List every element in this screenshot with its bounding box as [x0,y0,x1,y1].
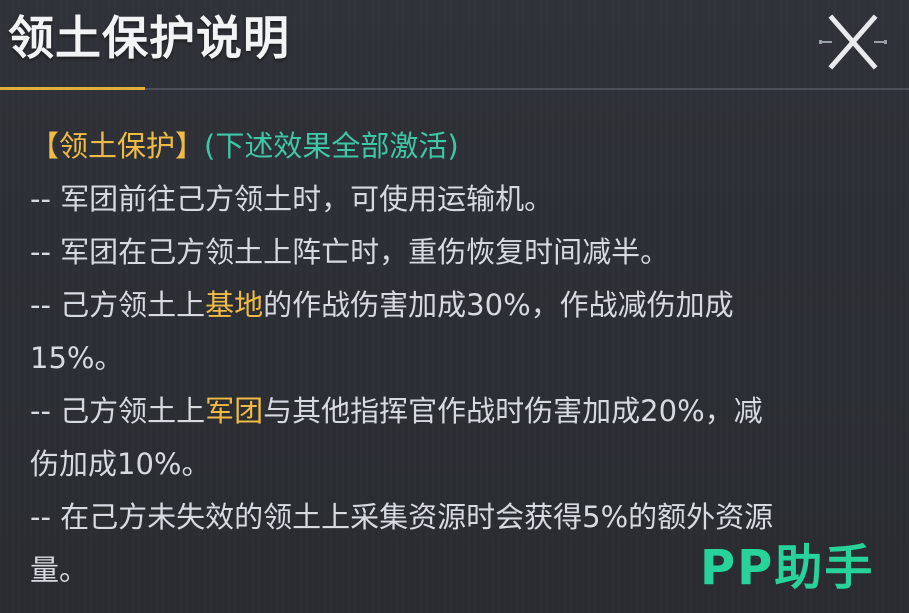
effect-line-5: -- 在己方未失效的领土上采集资源时会获得5%的额外资源 [30,500,774,534]
territory-protection-dialog: 领土保护说明 【领土保护】(下述效果全部激活) -- 军团前往己方领土时，可使用… [0,0,909,613]
section-heading-tag: 【领土保护】 [30,129,205,163]
dialog-title: 领土保护说明 [8,11,290,65]
section-heading-note: (下述效果全部激活) [204,129,459,163]
effect-line-4-highlight: 军团 [205,394,264,428]
section-heading: 【领土保护】(下述效果全部激活) [30,120,880,173]
effect-line-2: -- 军团在己方领土上阵亡时，重伤恢复时间减半。 [30,235,670,269]
effect-line-4-suffix: 与其他指挥官作战时伤害加成20%，减 [263,394,763,428]
effect-line-3-continued: 15%。 [30,341,124,375]
effect-line-4-continued: 伤加成10%。 [30,447,211,481]
close-button[interactable] [818,10,888,74]
effect-line-3-prefix: -- 己方领土上 [30,288,206,322]
effect-line-3: -- 己方领土上基地的作战伤害加成30%，作战减伤加成 [30,279,880,332]
effect-line-3-highlight: 基地 [205,288,264,322]
close-x-icon [819,14,887,70]
pp-assistant-watermark: PP助手 [700,540,875,596]
effect-line-1: -- 军团前往己方领土时，可使用运输机。 [30,182,554,216]
effect-line-3-suffix: 的作战伤害加成30%，作战减伤加成 [263,288,734,322]
effect-line-4: -- 己方领土上军团与其他指挥官作战时伤害加成20%，减 [30,385,880,438]
description-content: 【领土保护】(下述效果全部激活) -- 军团前往己方领土时，可使用运输机。 --… [30,120,880,597]
effect-line-4-prefix: -- 己方领土上 [30,394,206,428]
header-divider-accent [0,87,145,90]
